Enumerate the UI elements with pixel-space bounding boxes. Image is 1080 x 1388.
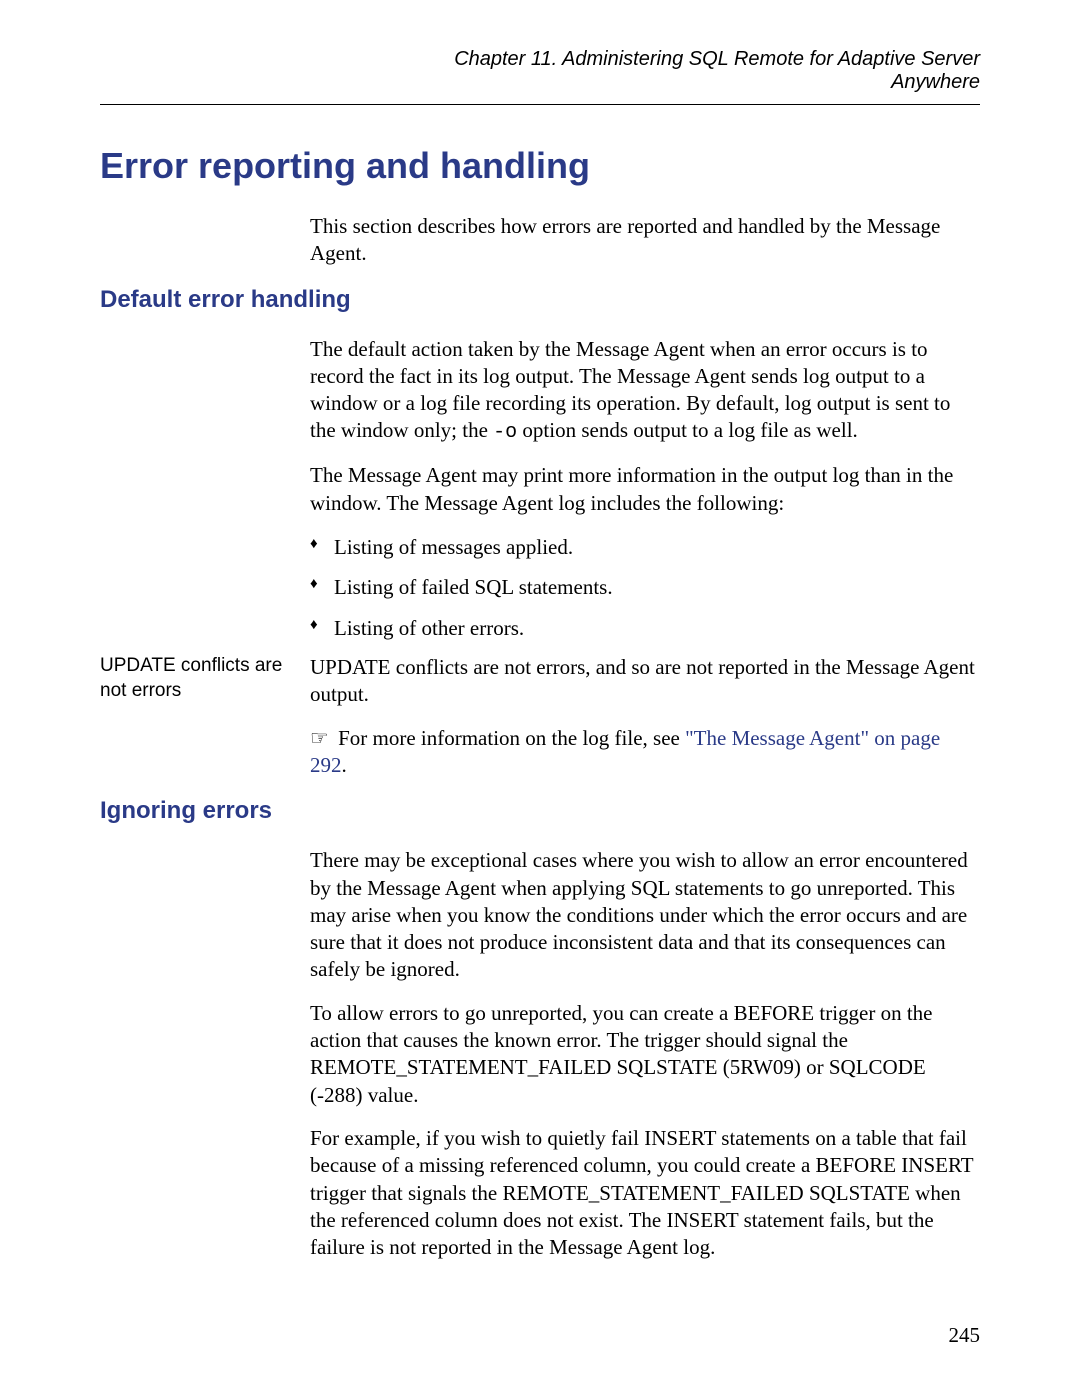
- section1-para1: The default action taken by the Message …: [310, 336, 980, 447]
- page-content: Error reporting and handling This sectio…: [100, 145, 980, 1261]
- section2-para3: For example, if you wish to quietly fail…: [310, 1125, 980, 1261]
- section2-para2: To allow errors to go unreported, you ca…: [310, 1000, 980, 1109]
- section-heading-default-error-handling: Default error handling: [100, 286, 980, 314]
- header-rule: [100, 104, 980, 105]
- section-heading-ignoring-errors: Ignoring errors: [100, 797, 980, 825]
- list-item: Listing of messages applied.: [310, 533, 980, 561]
- running-header: Chapter 11. Administering SQL Remote for…: [100, 48, 980, 94]
- cross-reference: ☞ For more information on the log file, …: [310, 725, 980, 780]
- xref-tail: .: [342, 753, 347, 777]
- list-item: Listing of failed SQL statements.: [310, 573, 980, 601]
- sidenote-label: UPDATE conflicts are not errors: [100, 654, 310, 703]
- pointer-icon: ☞: [310, 726, 333, 750]
- list-item: Listing of other errors.: [310, 614, 980, 642]
- xref-lead: For more information on the log file, se…: [338, 726, 685, 750]
- header-line-2: Anywhere: [891, 71, 980, 93]
- section1-para1-b: option sends output to a log file as wel…: [517, 418, 858, 442]
- section1-para2: The Message Agent may print more informa…: [310, 462, 980, 517]
- section1-bullet-list: Listing of messages applied. Listing of …: [310, 533, 980, 642]
- option-code: -o: [493, 421, 517, 444]
- section2-para1: There may be exceptional cases where you…: [310, 847, 980, 983]
- sidenote-row: UPDATE conflicts are not errors UPDATE c…: [100, 654, 980, 709]
- sidenote-body: UPDATE conflicts are not errors, and so …: [310, 654, 980, 709]
- page-number: 245: [949, 1323, 981, 1348]
- page-title: Error reporting and handling: [100, 145, 980, 187]
- header-line-1: Chapter 11. Administering SQL Remote for…: [454, 48, 980, 70]
- intro-paragraph: This section describes how errors are re…: [310, 213, 980, 268]
